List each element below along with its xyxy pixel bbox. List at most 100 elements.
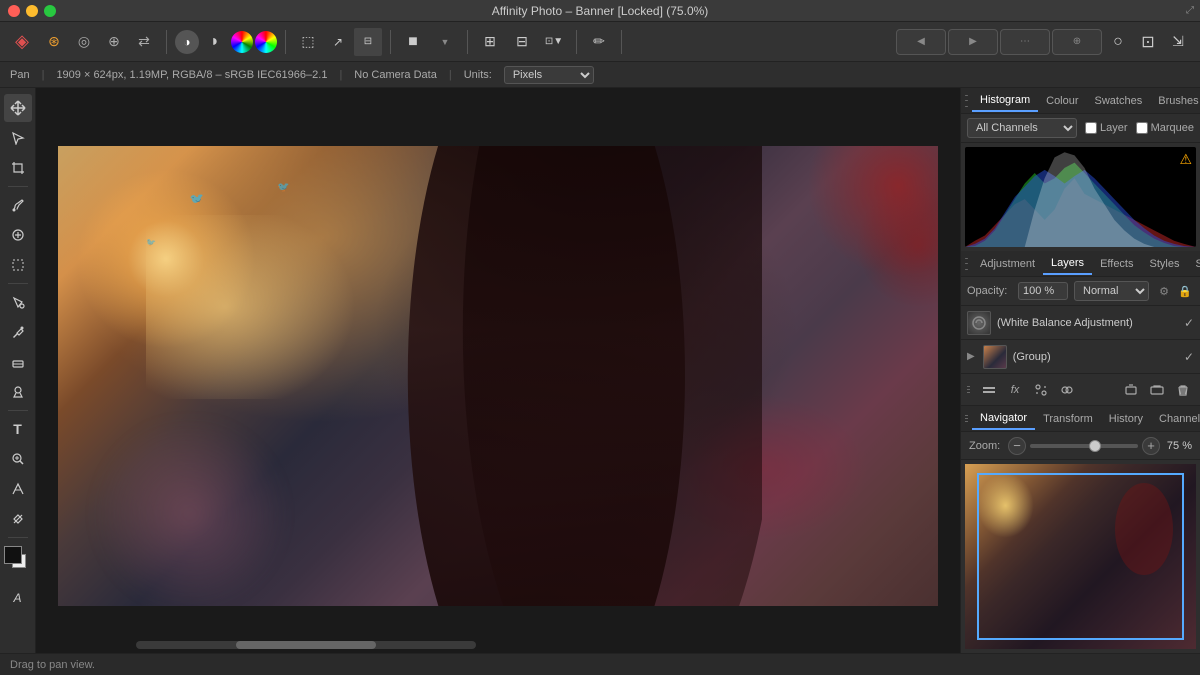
layer-item-group[interactable]: ▶ (Group) ✓ [961, 340, 1200, 374]
tab-styles[interactable]: Styles [1142, 254, 1188, 274]
tool-flood-fill[interactable] [4, 288, 32, 316]
tool-color-picker[interactable] [4, 318, 32, 346]
flowers-overlay [738, 146, 938, 346]
left-tool-sep-4 [8, 537, 28, 538]
blend-btn[interactable] [1056, 379, 1078, 401]
brush-dropdown-btn[interactable]: ⊡▼ [540, 28, 568, 56]
layer-option-icons: ⚙ 🔒 [1155, 282, 1194, 300]
tool-text-frame[interactable]: A [4, 584, 32, 612]
tab-histogram[interactable]: Histogram [972, 90, 1038, 112]
color-wheel-btn[interactable] [255, 31, 277, 53]
tool-dodge[interactable] [4, 378, 32, 406]
close-button[interactable] [8, 5, 20, 17]
grid-btn[interactable]: ⊞ [476, 28, 504, 56]
curves-btn[interactable]: ◗ [201, 28, 229, 56]
minimize-button[interactable] [26, 5, 38, 17]
tool-zoom[interactable] [4, 445, 32, 473]
tool-crop[interactable] [4, 154, 32, 182]
fx-btn[interactable]: fx [1004, 379, 1026, 401]
back-btn[interactable]: ◀ [896, 29, 946, 55]
tool-select[interactable] [4, 124, 32, 152]
tool-paint[interactable] [4, 191, 32, 219]
group-layer-btn[interactable] [1146, 379, 1168, 401]
new-layer-btn[interactable] [1120, 379, 1142, 401]
color-selector[interactable] [4, 546, 32, 578]
layer-name-group: (Group) [1013, 351, 1178, 363]
tab-colour[interactable]: Colour [1038, 91, 1086, 111]
units-select[interactable]: Pixels Inches Centimeters [504, 66, 594, 84]
hsb-btn[interactable] [231, 31, 253, 53]
persona-share-btn[interactable]: ⇄ [130, 28, 158, 56]
layer-lock-btn[interactable]: 🔒 [1176, 282, 1194, 300]
h-scrollbar-thumb[interactable] [236, 641, 376, 649]
tab-brushes[interactable]: Brushes [1150, 91, 1200, 111]
affinity-logo-btn[interactable]: ◈ [8, 28, 36, 56]
persona-tone-btn[interactable]: ◎ [70, 28, 98, 56]
lasso-btn[interactable]: ↗ [324, 28, 352, 56]
tab-transform[interactable]: Transform [1035, 409, 1101, 429]
zoom-minus-btn[interactable]: − [1008, 437, 1026, 455]
marquee-checkbox[interactable] [1136, 122, 1148, 134]
infobar-sep-1: | [42, 69, 45, 81]
rotate3d-btn[interactable]: ⊕ [1052, 29, 1102, 55]
zoom-slider-thumb[interactable] [1089, 440, 1101, 452]
freeselect-btn[interactable]: ⊟ [354, 28, 382, 56]
zoom-plus-btn[interactable]: + [1142, 437, 1160, 455]
mask-rect-btn[interactable]: ⊡ [1134, 28, 1162, 56]
tool-eraser[interactable] [4, 348, 32, 376]
channel-select[interactable]: All Channels Red Green Blue [967, 118, 1077, 138]
toolbar-sep-2 [285, 30, 286, 54]
foreground-color[interactable] [4, 546, 22, 564]
guides-btn[interactable]: ⊟ [508, 28, 536, 56]
eraser-btn[interactable]: ✏ [585, 28, 613, 56]
left-tool-sep-2 [8, 283, 28, 284]
color-group: ◑ ◗ [175, 28, 277, 56]
tab-swatches[interactable]: Swatches [1087, 91, 1151, 111]
layer-check-wb[interactable]: ✓ [1184, 316, 1194, 330]
layer-settings-btn[interactable]: ⚙ [1155, 282, 1173, 300]
toolbar-sep-4 [467, 30, 468, 54]
stroke-dropdown[interactable]: ▼ [431, 28, 459, 56]
tab-effects[interactable]: Effects [1092, 254, 1141, 274]
tool-healing[interactable] [4, 505, 32, 533]
forward-btn[interactable]: ▶ [948, 29, 998, 55]
zoom-value: 75 % [1164, 440, 1192, 452]
tab-navigator[interactable]: Navigator [972, 408, 1035, 430]
opacity-input[interactable]: 100 % [1018, 282, 1068, 300]
right-tools-group: ◀ ▶ ⋯ ⊕ ○ ⊡ ⇲ [896, 28, 1192, 56]
nav-preview[interactable] [965, 464, 1196, 649]
persona-develop-btn[interactable]: ⊛ [40, 28, 68, 56]
tool-stamp[interactable] [4, 221, 32, 249]
canvas-area[interactable]: 🐦 🐦 🐦 [36, 88, 960, 653]
mask-circle-btn[interactable]: ○ [1104, 28, 1132, 56]
marquee-btn[interactable]: ⬚ [294, 28, 322, 56]
tab-stock[interactable]: Stock [1187, 254, 1200, 274]
group-expand-btn[interactable]: ▶ [967, 351, 975, 362]
tool-vector[interactable] [4, 475, 32, 503]
maximize-button[interactable] [44, 5, 56, 17]
adjust-btn[interactable] [1030, 379, 1052, 401]
tool-text[interactable]: T [4, 415, 32, 443]
tab-channels[interactable]: Channels [1151, 409, 1200, 429]
layers-btn[interactable] [978, 379, 1000, 401]
more-btn[interactable]: ⋯ [1000, 29, 1050, 55]
persona-switch-btn[interactable]: ⇲ [1164, 28, 1192, 56]
zoom-slider[interactable] [1030, 444, 1138, 448]
blend-mode-select[interactable]: Normal Multiply Screen Overlay [1074, 281, 1149, 301]
tab-history[interactable]: History [1101, 409, 1151, 429]
tab-adjustment[interactable]: Adjustment [972, 254, 1043, 274]
layer-check-group[interactable]: ✓ [1184, 350, 1194, 364]
layer-toolbar: fx [961, 374, 1200, 406]
main-area: T A [0, 88, 1200, 653]
marquee-label: Marquee [1151, 122, 1194, 134]
tool-pan[interactable] [4, 94, 32, 122]
bw-adj-btn[interactable]: ◑ [175, 30, 199, 54]
layer-checkbox[interactable] [1085, 122, 1097, 134]
tool-marquee[interactable] [4, 251, 32, 279]
persona-export-btn[interactable]: ⊕ [100, 28, 128, 56]
tab-layers[interactable]: Layers [1043, 253, 1092, 275]
layer-item-wb[interactable]: (White Balance Adjustment) ✓ [961, 306, 1200, 340]
h-scrollbar[interactable] [136, 641, 476, 649]
delete-layer-btn[interactable] [1172, 379, 1194, 401]
stroke-btn[interactable]: ■ [399, 28, 427, 56]
